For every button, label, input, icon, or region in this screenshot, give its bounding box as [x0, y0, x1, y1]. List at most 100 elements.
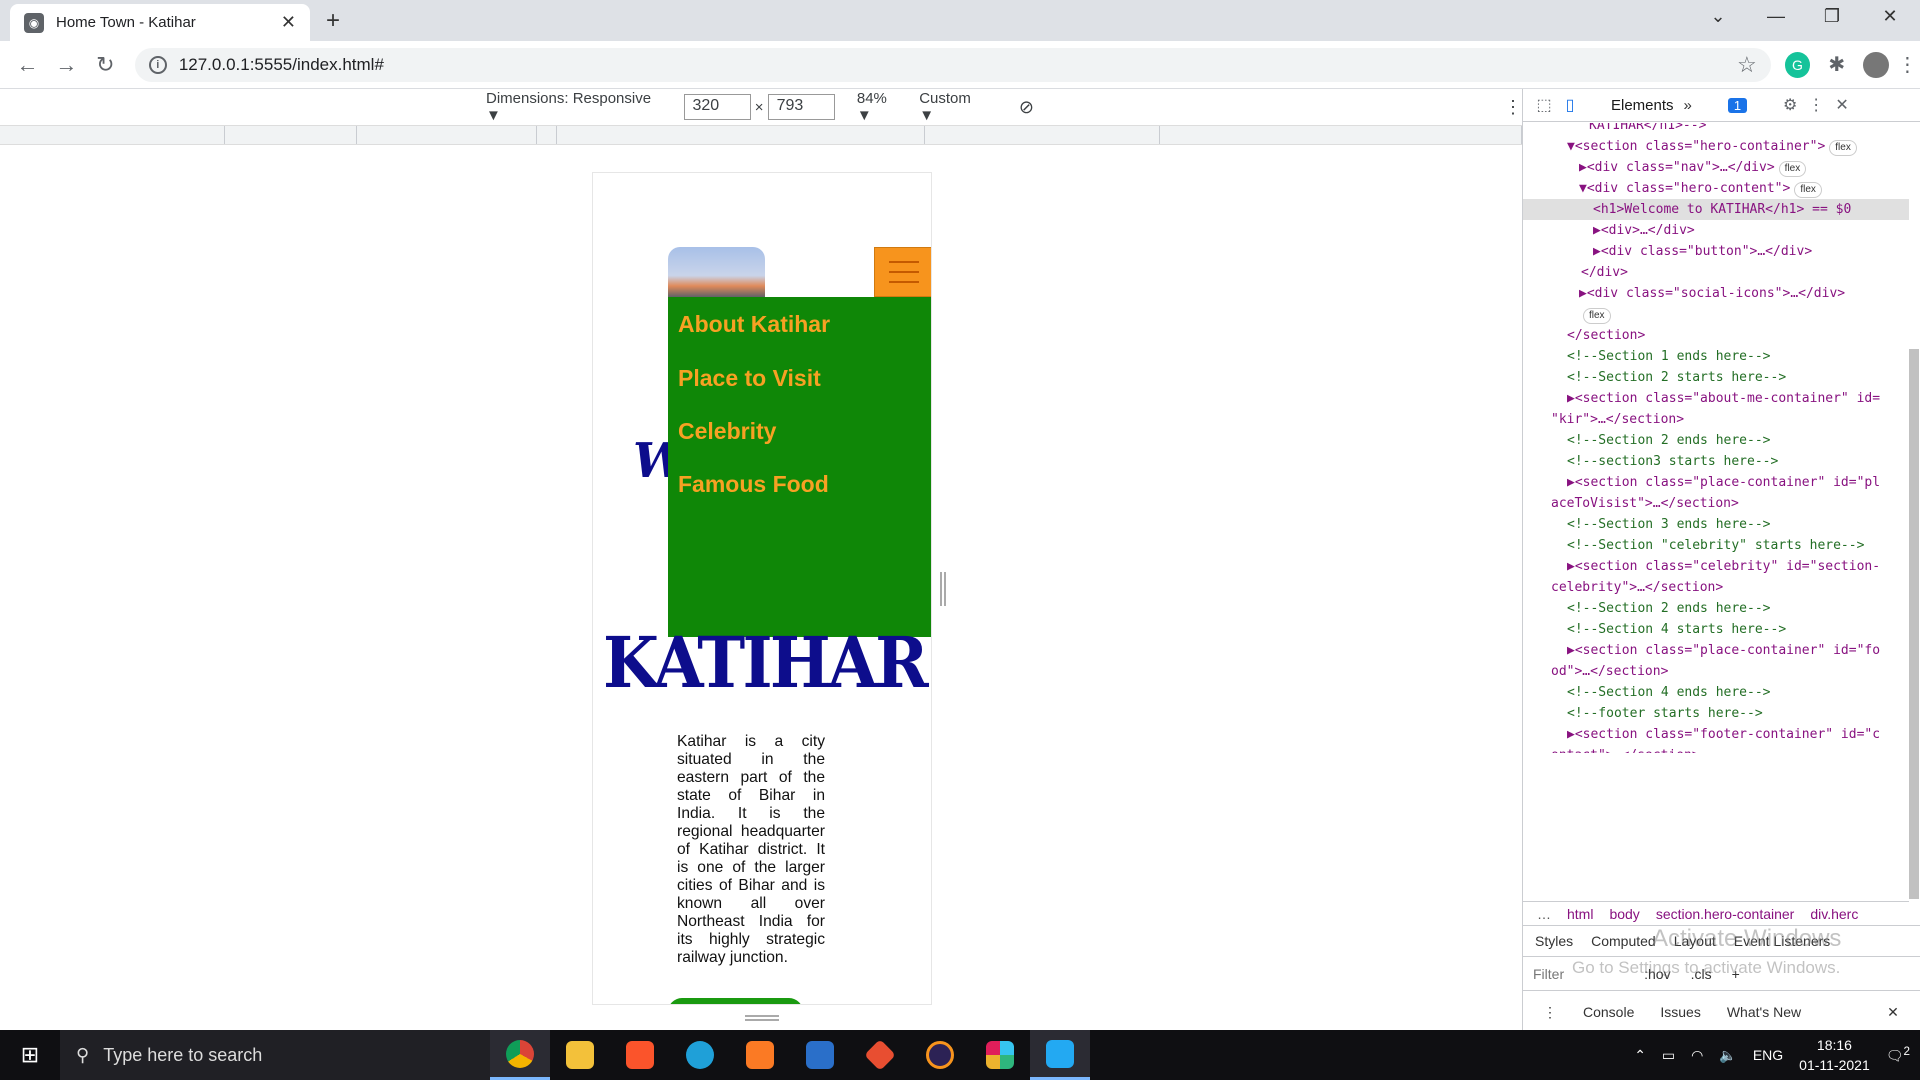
file-explorer-icon[interactable] — [550, 1030, 610, 1080]
extensions-icon[interactable]: ✱ — [1824, 52, 1849, 78]
tab-whats-new[interactable]: What's New — [1727, 1004, 1801, 1020]
dom-comment[interactable]: <!--Section 1 ends here--> — [1567, 346, 1771, 367]
more-tabs-button[interactable]: » — [1684, 97, 1692, 114]
browser-tab[interactable]: ◉ Home Town - Katihar ✕ — [10, 4, 310, 41]
windows-start-icon[interactable]: ⊞ — [0, 1042, 60, 1068]
flex-badge[interactable]: flex — [1829, 140, 1857, 156]
vscode-icon[interactable] — [1030, 1030, 1090, 1080]
dom-node[interactable]: ▶<section class="place-container" id="fo — [1567, 640, 1880, 661]
media-query-ruler[interactable] — [0, 125, 1522, 145]
dom-tree-scrollbar[interactable] — [1909, 349, 1919, 899]
chevron-up-icon[interactable]: ⌃ — [1634, 1047, 1646, 1064]
clock[interactable]: 18:16 01-11-2021 — [1799, 1035, 1870, 1075]
dom-node[interactable]: </div> — [1581, 262, 1628, 283]
close-icon[interactable]: ✕ — [1887, 1004, 1899, 1021]
dom-node[interactable]: ▶<section class="place-container" id="pl — [1567, 472, 1880, 493]
dom-comment[interactable]: <!--Section 2 starts here--> — [1567, 367, 1786, 388]
dom-comment[interactable]: <!--footer starts here--> — [1567, 703, 1763, 724]
close-window-button[interactable]: ✕ — [1870, 6, 1910, 27]
powershell-icon[interactable] — [790, 1030, 850, 1080]
dom-comment[interactable]: <!--Section 4 starts here--> — [1567, 619, 1786, 640]
notification-icon[interactable]: 🗨2 — [1886, 1045, 1910, 1065]
menu-kebab-icon[interactable]: ⋮ — [1895, 52, 1920, 78]
close-icon[interactable]: ✕ — [1829, 95, 1855, 115]
dom-comment[interactable]: <!--Section 3 ends here--> — [1567, 514, 1771, 535]
dom-comment[interactable]: <!--Section 4 ends here--> — [1567, 682, 1771, 703]
cta-button[interactable] — [668, 998, 803, 1004]
dimensions-dropdown[interactable]: Dimensions: Responsive ▼ — [486, 90, 668, 124]
dom-node[interactable]: ▶<section class="celebrity" id="section- — [1567, 556, 1880, 577]
reload-icon[interactable]: ↻ — [86, 52, 125, 78]
nav-item-about[interactable]: About Katihar — [678, 311, 830, 338]
bookmark-star-icon[interactable]: ☆ — [1737, 52, 1757, 78]
flex-badge[interactable]: flex — [1778, 161, 1807, 177]
dom-node[interactable]: ▶<div class="social-icons">…</div> — [1579, 283, 1845, 304]
width-input[interactable]: 320 — [683, 94, 751, 120]
dom-comment[interactable]: <!--section3 starts here--> — [1567, 451, 1778, 472]
grammarly-icon[interactable]: G — [1784, 51, 1811, 78]
resize-handle-bottom[interactable] — [745, 1015, 779, 1021]
crumb-section[interactable]: section.hero-container — [1656, 906, 1795, 922]
dom-comment[interactable]: <!--Section 2 ends here--> — [1567, 430, 1771, 451]
dom-node[interactable]: ▶<div class="nav">…</div> flex — [1579, 157, 1807, 178]
back-icon[interactable]: ← — [8, 52, 47, 78]
dom-node[interactable]: ontact">…</section> — [1551, 745, 1700, 753]
eclipse-icon[interactable] — [910, 1030, 970, 1080]
minimize-button[interactable]: — — [1756, 6, 1796, 27]
url-text[interactable]: 127.0.0.1:5555/index.html# — [179, 55, 1737, 75]
xampp-icon[interactable] — [730, 1030, 790, 1080]
new-tab-button[interactable]: + — [326, 7, 340, 35]
avatar[interactable] — [1863, 51, 1889, 78]
gear-icon[interactable]: ⚙ — [1777, 95, 1803, 115]
dom-tree[interactable]: KATIHAR</h1>--> ▼<section class="hero-con… — [1523, 123, 1920, 753]
dom-node[interactable]: "kir">…</section> — [1551, 409, 1684, 430]
tab-styles[interactable]: Styles — [1535, 933, 1573, 949]
dom-node[interactable]: ▼<div class="hero-content"> flex — [1579, 178, 1822, 199]
filter-input[interactable]: Filter — [1533, 966, 1564, 982]
device-toggle-icon[interactable]: ▯ — [1557, 95, 1583, 115]
restore-button[interactable]: ❐ — [1812, 6, 1852, 27]
flex-badge[interactable]: flex — [1794, 182, 1822, 198]
dom-node[interactable]: aceToVisist">…</section> — [1551, 493, 1739, 514]
resize-handle-right[interactable] — [940, 572, 946, 606]
brave-icon[interactable] — [610, 1030, 670, 1080]
dom-node[interactable]: ▶<section class="about-me-container" id= — [1567, 388, 1880, 409]
nav-item-places[interactable]: Place to Visit — [678, 365, 821, 392]
flex-badge[interactable]: flex — [1583, 308, 1611, 324]
nav-item-celebrity[interactable]: Celebrity — [678, 418, 776, 445]
dom-node[interactable]: flex — [1579, 304, 1611, 325]
issues-badge[interactable]: 1 — [1727, 97, 1748, 113]
close-icon[interactable]: ✕ — [281, 12, 296, 33]
volume-icon[interactable]: 🔈 — [1719, 1047, 1736, 1064]
tab-issues[interactable]: Issues — [1660, 1004, 1700, 1020]
crumb-html[interactable]: html — [1567, 906, 1593, 922]
dom-node-selected[interactable]: <h1>Welcome to KATIHAR</h1> == $0 — [1523, 199, 1909, 220]
dom-node[interactable]: od">…</section> — [1551, 661, 1668, 682]
drawer-menu-icon[interactable]: ⋮ — [1543, 1004, 1557, 1021]
device-menu-icon[interactable]: ⋮ — [1504, 97, 1522, 118]
dom-node[interactable]: ▶<div>…</div> — [1593, 220, 1695, 241]
git-icon[interactable] — [850, 1030, 910, 1080]
slack-icon[interactable] — [970, 1030, 1030, 1080]
dom-node[interactable]: ▶<section class="footer-container" id="c — [1567, 724, 1880, 745]
dom-node[interactable]: celebrity">…</section> — [1551, 577, 1723, 598]
devtools-menu-icon[interactable]: ⋮ — [1803, 95, 1829, 115]
wifi-icon[interactable]: ◠ — [1691, 1047, 1703, 1064]
inspect-icon[interactable]: ⬚ — [1531, 95, 1557, 115]
dom-node[interactable]: ▶<div class="button">…</div> — [1593, 241, 1812, 262]
crumb-div[interactable]: div.herc — [1810, 906, 1858, 922]
tab-elements[interactable]: Elements — [1601, 97, 1684, 114]
height-input[interactable]: 793 — [767, 94, 835, 120]
tab-console[interactable]: Console — [1583, 1004, 1634, 1020]
forward-icon[interactable]: → — [47, 52, 86, 78]
dom-comment[interactable]: <!--Section 2 ends here--> — [1567, 598, 1771, 619]
throttle-dropdown[interactable]: Custom ▼ — [919, 90, 989, 124]
chrome-icon[interactable] — [490, 1030, 550, 1080]
zoom-dropdown[interactable]: 84% ▼ — [857, 90, 905, 124]
dom-node[interactable]: ▼<section class="hero-container"> flex — [1567, 136, 1857, 157]
crumb-more[interactable]: … — [1537, 906, 1551, 922]
dom-node[interactable]: KATIHAR</h1>--> — [1589, 123, 1706, 136]
address-bar[interactable]: i 127.0.0.1:5555/index.html# ☆ — [134, 47, 1771, 82]
language-indicator[interactable]: ENG — [1753, 1047, 1783, 1063]
tab-computed[interactable]: Computed — [1591, 933, 1656, 949]
